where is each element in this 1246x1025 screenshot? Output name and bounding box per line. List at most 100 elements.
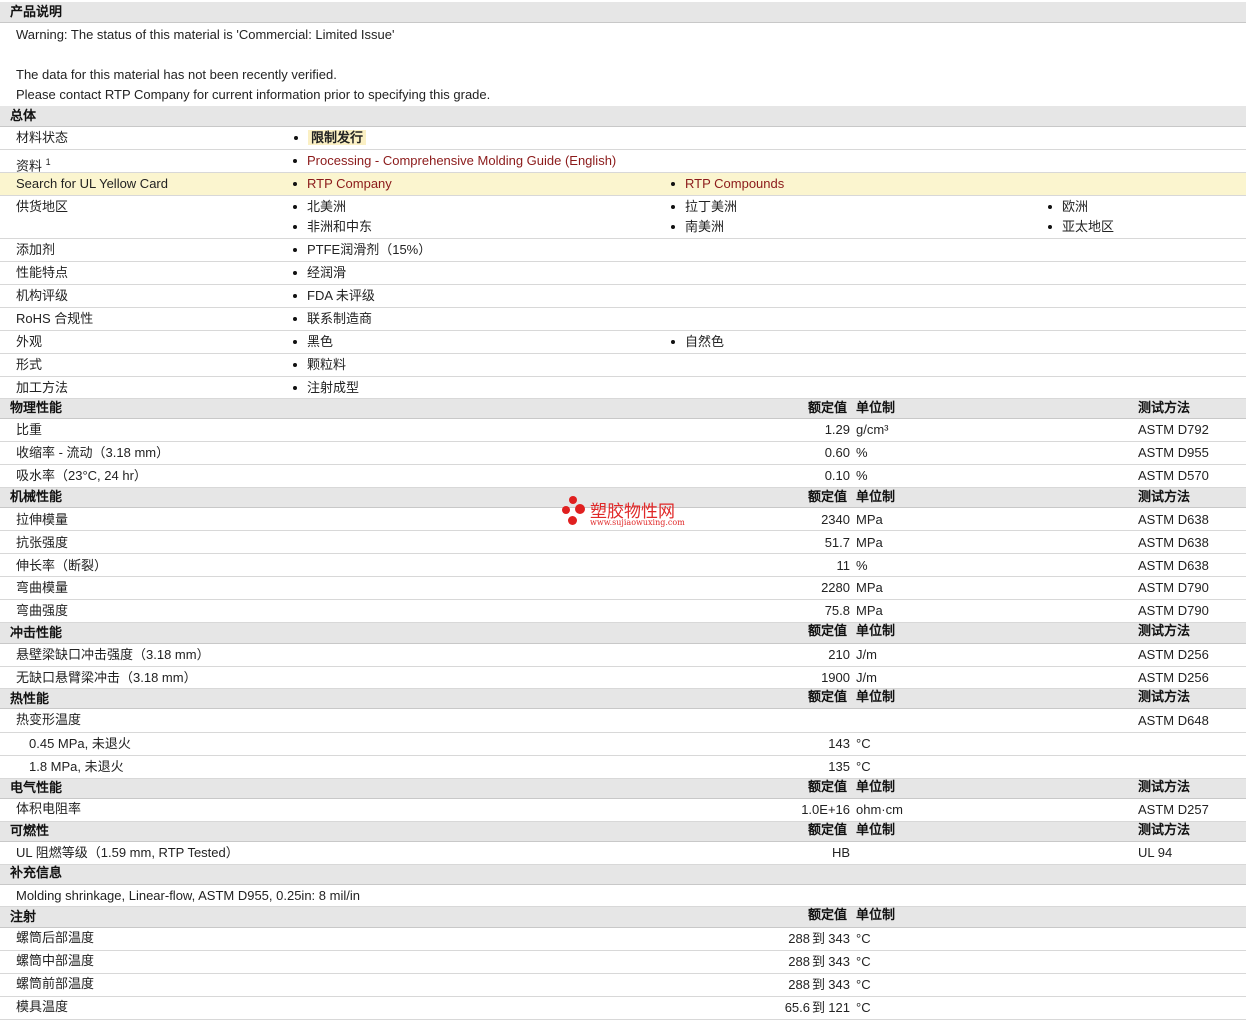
property-name: 体积电阻率 xyxy=(16,801,82,816)
section-impact-header: 冲击性能 额定值 单位制 测试方法 xyxy=(0,623,1246,644)
row-regions: 供货地区 北美洲 拉丁美洲 欧洲 非洲和中东 南美洲 亚太地区 xyxy=(0,196,1246,239)
range-to: 343 xyxy=(828,954,850,969)
row-label: 机构评级 xyxy=(16,288,69,303)
property-name: 拉伸模量 xyxy=(16,512,69,527)
status-value: 限制发行 xyxy=(293,128,367,148)
property-value: 143 xyxy=(828,736,850,751)
section-general-header: 总体 xyxy=(0,106,1246,127)
nominal-header: 额定值 xyxy=(808,822,848,837)
section-title: 物理性能 xyxy=(10,400,63,415)
unit-header: 单位制 xyxy=(856,822,896,837)
property-unit: °C xyxy=(856,931,871,946)
property-value: 11 xyxy=(836,558,851,573)
molding-guide-link[interactable]: Processing - Comprehensive Molding Guide… xyxy=(292,151,616,171)
property-unit: °C xyxy=(856,1000,871,1015)
row-rohs: RoHS 合规性 联系制造商 xyxy=(0,308,1246,331)
nominal-header: 额定值 xyxy=(808,907,848,922)
test-method: ASTM D790 xyxy=(1138,580,1209,595)
property-name: 螺筒中部温度 xyxy=(16,953,95,968)
test-method: ASTM D792 xyxy=(1138,422,1209,437)
property-unit: °C xyxy=(856,977,871,992)
supplement-row: Molding shrinkage, Linear-flow, ASTM D95… xyxy=(0,885,1246,907)
region-item: 欧洲 xyxy=(1047,197,1088,217)
section-title: 产品说明 xyxy=(10,4,63,19)
property-value: 2340 xyxy=(821,512,850,527)
unit-header: 单位制 xyxy=(856,400,896,415)
property-value: 1900 xyxy=(821,670,850,685)
property-value: 75.8 xyxy=(824,603,850,618)
region-item: 亚太地区 xyxy=(1047,217,1114,237)
table-row: 收缩率 - 流动（3.18 mm） 0.60 % ASTM D955 xyxy=(0,442,1246,465)
method-header: 测试方法 xyxy=(1138,400,1191,415)
property-name: 螺筒后部温度 xyxy=(16,930,95,945)
table-row: 吸水率（23°C, 24 hr） 0.10 % ASTM D570 xyxy=(0,465,1246,488)
region-item: 南美洲 xyxy=(670,217,724,237)
nominal-header: 额定值 xyxy=(808,400,848,415)
row-appearance: 外观 黑色 自然色 xyxy=(0,331,1246,354)
property-unit: MPa xyxy=(856,603,883,618)
table-row: 螺筒中部温度 288 到 343 °C xyxy=(0,951,1246,974)
property-name: 无缺口悬臂梁冲击（3.18 mm） xyxy=(16,670,197,685)
section-title: 冲击性能 xyxy=(10,625,63,640)
property-value: 135 xyxy=(828,759,850,774)
logo-dot-icon xyxy=(569,496,577,504)
rohs-value: 联系制造商 xyxy=(292,309,372,329)
row-label: 添加剂 xyxy=(16,242,56,257)
property-name: 比重 xyxy=(16,422,43,437)
row-additive: 添加剂 PTFE润滑剂（15%） xyxy=(0,239,1246,262)
unit-header: 单位制 xyxy=(856,689,896,704)
table-row: 伸长率（断裂） 11 % ASTM D638 xyxy=(0,554,1246,577)
range-from: 288 xyxy=(788,954,810,969)
row-ul-yellow-card: Search for UL Yellow Card RTP Company RT… xyxy=(0,173,1246,196)
property-name: 弯曲强度 xyxy=(16,603,69,618)
row-features: 性能特点 经润滑 xyxy=(0,262,1246,285)
nominal-header: 额定值 xyxy=(808,623,848,638)
range-to: 343 xyxy=(828,931,850,946)
test-method: ASTM D638 xyxy=(1138,535,1209,550)
section-title: 注射 xyxy=(10,909,37,924)
agency-value: FDA 未评级 xyxy=(293,286,375,306)
region-item: 北美洲 xyxy=(292,197,346,217)
property-value: 51.7 xyxy=(824,535,850,550)
table-row: 无缺口悬臂梁冲击（3.18 mm） 1900 J/m ASTM D256 xyxy=(0,667,1246,689)
section-physical-header: 物理性能 额定值 单位制 测试方法 xyxy=(0,399,1246,419)
table-row: 抗张强度 51.7 MPa ASTM D638 xyxy=(0,531,1246,554)
section-title: 热性能 xyxy=(10,691,50,706)
region-item: 非洲和中东 xyxy=(292,217,372,237)
row-label: RoHS 合规性 xyxy=(16,311,94,326)
property-value: 2280 xyxy=(821,580,850,595)
range-separator: 到 xyxy=(812,954,826,969)
property-name: 伸长率（断裂） xyxy=(16,558,108,573)
process-value: 注射成型 xyxy=(292,378,359,398)
form-value: 颗粒料 xyxy=(292,355,346,375)
additive-value: PTFE润滑剂（15%） xyxy=(292,240,431,260)
property-unit: g/cm³ xyxy=(856,422,889,437)
unit-header: 单位制 xyxy=(856,779,896,794)
property-subcondition: 0.45 MPa, 未退火 xyxy=(29,736,131,751)
row-label: Search for UL Yellow Card xyxy=(16,176,168,191)
rtp-compounds-link[interactable]: RTP Compounds xyxy=(670,174,784,194)
logo-dot-icon xyxy=(575,504,585,514)
footnote-marker: 1 xyxy=(45,157,51,167)
range-from: 288 xyxy=(788,977,810,992)
property-unit: MPa xyxy=(856,580,883,595)
property-unit: MPa xyxy=(856,535,883,550)
nominal-header: 额定值 xyxy=(808,489,848,504)
section-title: 总体 xyxy=(10,108,37,123)
table-row: UL 阻燃等级（1.59 mm, RTP Tested） HB UL 94 xyxy=(0,842,1246,865)
property-unit: °C xyxy=(856,759,871,774)
property-value: 0.60 xyxy=(824,445,850,460)
table-row: 热变形温度 ASTM D648 xyxy=(0,709,1246,733)
test-method: ASTM D256 xyxy=(1138,647,1209,662)
range-separator: 到 xyxy=(812,931,826,946)
docs-label-text: 资料 xyxy=(16,158,43,174)
table-row: 比重 1.29 g/cm³ ASTM D792 xyxy=(0,419,1246,442)
test-method: ASTM D256 xyxy=(1138,670,1209,685)
table-row: 模具温度 65.6 到 121 °C xyxy=(0,997,1246,1020)
section-injection-header: 注射 额定值 单位制 xyxy=(0,907,1246,928)
rtp-company-link[interactable]: RTP Company xyxy=(293,174,392,194)
property-name: 模具温度 xyxy=(16,999,69,1014)
row-label: 外观 xyxy=(16,334,43,349)
property-unit: MPa xyxy=(856,512,883,527)
property-unit: ohm·cm xyxy=(856,802,903,817)
